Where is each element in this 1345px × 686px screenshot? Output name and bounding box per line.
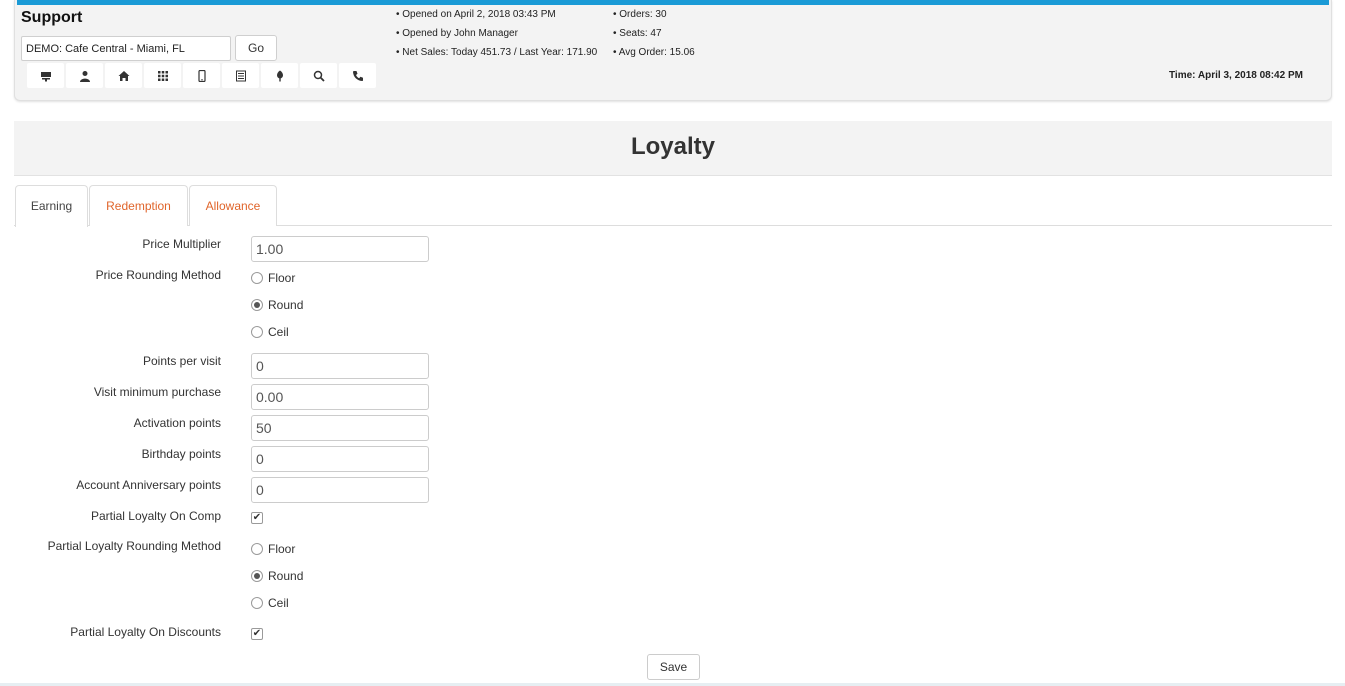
radio-label: Ceil: [268, 596, 289, 610]
loyalty-tabs: Earning Redemption Allowance: [14, 185, 1332, 227]
birthday-points-field[interactable]: [251, 446, 429, 472]
tab-earning[interactable]: Earning: [15, 185, 88, 227]
user-icon[interactable]: [66, 63, 103, 88]
partial-rounding-floor[interactable]: Floor: [251, 542, 295, 556]
radio-button[interactable]: [251, 299, 263, 311]
visit-min-purchase-label: Visit minimum purchase: [93, 385, 221, 399]
list-icon[interactable]: [222, 63, 259, 88]
header-icon-toolbar: [27, 63, 376, 88]
search-icon[interactable]: [300, 63, 337, 88]
radio-button[interactable]: [251, 272, 263, 284]
opened-by-text: • Opened by John Manager: [396, 28, 518, 39]
activation-points-label: Activation points: [133, 416, 221, 430]
partial-rounding-round[interactable]: Round: [251, 569, 303, 583]
partial-on-comp-label: Partial Loyalty On Comp: [90, 509, 221, 523]
page-title: Loyalty: [630, 133, 716, 160]
tab-allowance[interactable]: Allowance: [189, 185, 277, 226]
grid-icon[interactable]: [144, 63, 181, 88]
radio-label: Ceil: [268, 325, 289, 339]
net-sales-text: • Net Sales: Today 451.73 / Last Year: 1…: [396, 47, 598, 58]
radio-button[interactable]: [251, 326, 263, 338]
activation-points-field[interactable]: [251, 415, 429, 441]
visit-min-purchase-field[interactable]: [251, 384, 429, 410]
price-rounding-floor[interactable]: Floor: [251, 271, 295, 285]
partial-rounding-ceil[interactable]: Ceil: [251, 596, 289, 610]
partial-rounding-label: Partial Loyalty Rounding Method: [47, 539, 221, 553]
pos-terminal-icon[interactable]: [27, 63, 64, 88]
birthday-points-label: Birthday points: [141, 447, 221, 461]
seats-text: • Seats: 47: [613, 28, 662, 39]
radio-label: Round: [268, 298, 304, 312]
partial-on-discounts-checkbox[interactable]: ✔: [251, 628, 263, 640]
mobile-icon[interactable]: [183, 63, 220, 88]
tree-icon[interactable]: [261, 63, 298, 88]
radio-button[interactable]: [251, 543, 263, 555]
support-header: Support Go • Opened on Apri: [14, 0, 1332, 101]
store-stats-left: • Opened on April 2, 2018 03:43 PM • Ope…: [396, 5, 597, 62]
store-stats-right: • Orders: 30 • Seats: 47 • Avg Order: 15…: [613, 5, 695, 62]
page-title-band: Loyalty: [14, 121, 1332, 176]
radio-button[interactable]: [251, 597, 263, 609]
opened-on-text: • Opened on April 2, 2018 03:43 PM: [396, 9, 556, 20]
current-time: Time: April 3, 2018 08:42 PM: [1169, 70, 1303, 81]
go-button[interactable]: Go: [235, 35, 277, 61]
save-button[interactable]: Save: [647, 654, 700, 680]
anniversary-points-label: Account Anniversary points: [76, 478, 221, 492]
orders-text: • Orders: 30: [613, 9, 667, 20]
store-selector-input[interactable]: [21, 36, 231, 61]
price-multiplier-label: Price Multiplier: [142, 237, 221, 251]
radio-button[interactable]: [251, 570, 263, 582]
brand-title: Support: [21, 9, 83, 26]
tab-redemption[interactable]: Redemption: [89, 185, 188, 226]
points-per-visit-label: Points per visit: [142, 354, 221, 368]
radio-label: Round: [268, 569, 304, 583]
price-rounding-round[interactable]: Round: [251, 298, 303, 312]
anniversary-points-field[interactable]: [251, 477, 429, 503]
phone-icon[interactable]: [339, 63, 376, 88]
price-rounding-ceil[interactable]: Ceil: [251, 325, 289, 339]
points-per-visit-field[interactable]: [251, 353, 429, 379]
partial-on-comp-checkbox[interactable]: ✔: [251, 512, 263, 524]
radio-label: Floor: [268, 271, 296, 285]
avg-order-text: • Avg Order: 15.06: [613, 47, 695, 58]
radio-label: Floor: [268, 542, 296, 556]
price-multiplier-field[interactable]: [251, 236, 429, 262]
partial-on-discounts-label: Partial Loyalty On Discounts: [70, 625, 221, 639]
home-icon[interactable]: [105, 63, 142, 88]
price-rounding-label: Price Rounding Method: [95, 268, 221, 282]
